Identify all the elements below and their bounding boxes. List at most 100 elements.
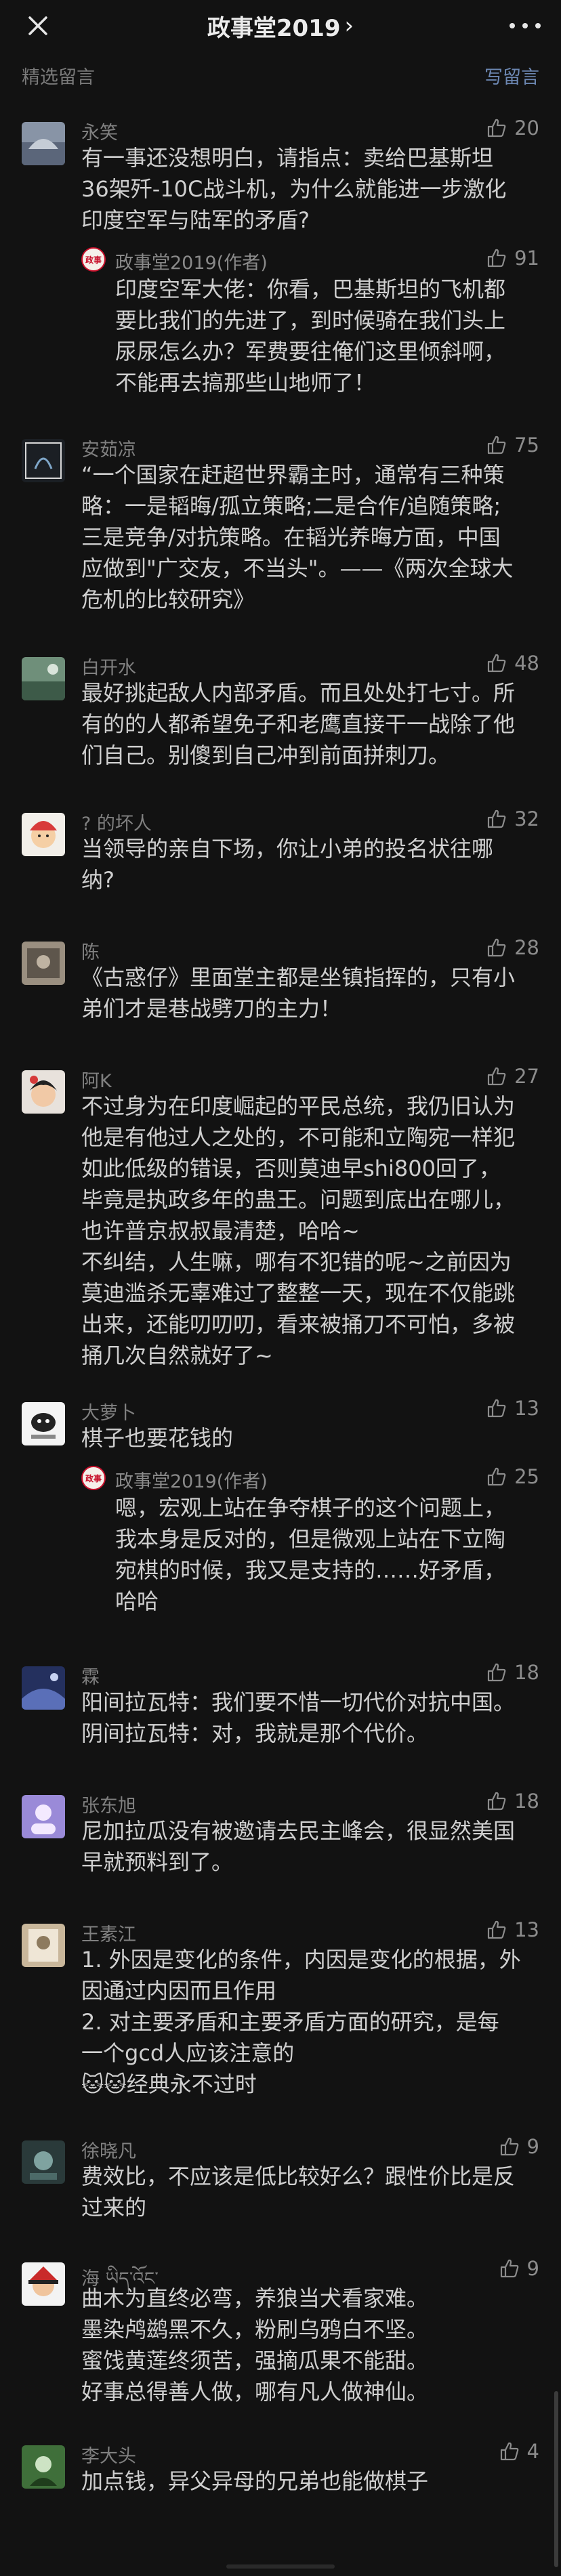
author-avatar: 政事 [81,1466,106,1490]
author-reply-text: 印度空军大佬：你看，巴基斯坦的飞机都 要比我们的先进了，到时候骑在我们头上 尿尿… [115,276,506,396]
avatar[interactable] [22,2262,65,2306]
avatar[interactable] [22,2140,65,2184]
like-button[interactable]: 27 [486,1065,539,1088]
like-count: 13 [514,1397,539,1420]
comment-text: “一个国家在赶超世界霸主时，通常有三种策 略：一是韬晦/孤立策略;二是合作/追随… [81,462,514,612]
thumbs-up-icon [487,119,506,138]
comment-item: 霖 18 阳间拉瓦特：我们要不惜一切代价对抗中国。 阴间拉瓦特：对，我就是那个代… [0,1658,561,1767]
comment-item: 王素江 13 1. 外因是变化的条件，内因是变化的根据，外 因通过内因而且作用 … [0,1916,561,2119]
avatar[interactable] [22,439,65,482]
like-button[interactable]: 18 [486,1661,539,1684]
avatar[interactable] [22,1924,65,1967]
commenter-name: 张东旭 [81,1796,136,1817]
like-count: 9 [526,2257,539,2280]
avatar[interactable] [22,942,65,985]
thumbs-up-icon [500,2259,518,2278]
like-button[interactable]: 32 [486,807,539,830]
comment-text: 费效比，不应该是低比较好么？跟性价比是反 过来的 [81,2163,516,2220]
commenter-name: 大萝卜 [81,1403,136,1424]
like-button[interactable]: 13 [486,1397,539,1420]
avatar[interactable] [22,1402,65,1445]
author-reply-name: 政事堂2019(作者) [115,253,268,274]
like-count: 48 [514,652,539,675]
like-count: 13 [514,1918,539,1941]
commenter-name: 白开水 [81,658,136,679]
thumbs-up-icon [487,938,506,957]
thumbs-up-icon [487,809,506,828]
comment-text: 曲木为直终必弯，养狼当犬看家难。 墨染鸬鹚黑不久，粉刷乌鸦白不坚。 蜜饯黄莲终须… [81,2285,429,2405]
thumbs-up-icon [487,1399,506,1418]
thumbs-up-icon [487,1467,506,1486]
write-comment-link[interactable]: 写留言 [484,62,539,89]
commenter-name: 安茹凉 [81,440,136,461]
like-button[interactable]: 28 [486,936,539,959]
thumbs-up-icon [487,249,506,268]
like-button[interactable]: 4 [499,2440,539,2463]
comments-header: 精选留言 写留言 [0,51,561,99]
commenter-name: 永笑 [81,123,118,144]
thumbs-up-icon [487,654,506,673]
like-button[interactable]: 13 [486,1918,539,1941]
comment-item: 海 ཡིད་འོང་ 9 曲木为直终必弯，养狼当犬看家难。 墨染鸬鹚黑不久，粉刷… [0,2254,561,2417]
like-button[interactable]: 18 [486,1790,539,1813]
comment-item: 安茹凉 75 “一个国家在赶超世界霸主时，通常有三种策 略：一是韬晦/孤立策略;… [0,431,561,634]
author-reply-name: 政事堂2019(作者) [115,1471,268,1492]
avatar[interactable] [22,1795,65,1838]
top-nav-bar: 政事堂2019 › [0,0,561,51]
thumbs-up-icon [500,2137,518,2156]
like-count: 9 [526,2135,539,2158]
account-title[interactable]: 政事堂2019 › [207,9,354,43]
like-count: 18 [514,1661,539,1684]
close-icon[interactable] [24,12,51,39]
scrollbar[interactable] [554,2391,558,2567]
avatar[interactable] [22,813,65,856]
comment-item: ? 的坏人 32 当领导的亲自下场，你让小弟的投名状往哪 纳? [0,805,561,913]
commenter-name: 王素江 [81,1924,136,1945]
comment-text: 当领导的亲自下场，你让小弟的投名状往哪 纳? [81,836,494,893]
commenter-name: 阿K [81,1071,112,1092]
thumbs-up-icon [487,1067,506,1086]
comment-text: 有一事还没想明白，请指点：卖给巴基斯坦 36架歼-10C战斗机，为什么就能进一步… [81,145,507,233]
commenter-name: 李大头 [81,2446,136,2467]
commenter-name: 霖 [81,1667,100,1688]
like-count: 28 [514,936,539,959]
author-reply-text: 嗯，宏观上站在争夺棋子的这个问题上， 我本身是反对的，但是微观上站在下立陶 宛棋… [115,1495,506,1614]
like-count: 25 [514,1465,539,1488]
home-indicator[interactable] [226,2564,335,2569]
like-count: 18 [514,1790,539,1813]
avatar[interactable] [22,122,65,165]
commenter-name: 徐晓凡 [81,2141,136,2162]
like-count: 32 [514,807,539,830]
thumbs-up-icon [500,2442,518,2461]
comment-text: 最好挑起敌人内部矛盾。而且处处打七寸。所 有的的人都希望免子和老鹰直接干一战除了… [81,680,516,768]
more-options-icon[interactable] [510,18,541,34]
comment-text: 《古惑仔》里面堂主都是坐镇指挥的，只有小 弟们才是巷战劈刀的主力！ [81,965,516,1021]
thumbs-up-icon [487,1920,506,1939]
chevron-right-icon: › [344,12,354,39]
avatar[interactable] [22,2445,65,2489]
comment-item: 陈 28 《古惑仔》里面堂主都是坐镇指挥的，只有小 弟们才是巷战劈刀的主力！ [0,933,561,1042]
commenter-name: ? 的坏人 [81,814,152,835]
reply-like-button[interactable]: 91 [486,247,539,270]
like-button[interactable]: 48 [486,652,539,675]
comment-text: 棋子也要花钱的 [81,1425,234,1451]
reply-like-button[interactable]: 25 [486,1465,539,1488]
avatar[interactable] [22,1666,65,1710]
comment-item: 李大头 4 加点钱，异父异母的兄弟也能做棋子 [0,2437,561,2518]
like-button[interactable]: 9 [499,2135,539,2158]
like-button[interactable]: 9 [499,2257,539,2280]
comment-item: 大萝卜 13 棋子也要花钱的 政事 政事堂2019(作者) 25 嗯，宏观上站在… [0,1394,561,1651]
comment-text: 1. 外因是变化的条件，内因是变化的根据，外 因通过内因而且作用 2. 对主要矛… [81,1947,521,2097]
like-count: 20 [514,117,539,140]
like-button[interactable]: 75 [486,434,539,457]
comment-text: 加点钱，异父异母的兄弟也能做棋子 [81,2468,429,2494]
avatar[interactable] [22,657,65,700]
comment-item: 阿K 27 不过身为在印度崛起的平民总统，我仍旧认为 他是有他过人之处的，不可能… [0,1062,561,1374]
comment-item: 永笑 20 有一事还没想明白，请指点：卖给巴基斯坦 36架歼-10C战斗机，为什… [0,114,561,405]
avatar[interactable] [22,1070,65,1114]
commenter-name: 陈 [81,942,100,963]
like-button[interactable]: 20 [486,117,539,140]
like-count: 4 [526,2440,539,2463]
featured-comments-label: 精选留言 [22,66,95,88]
comment-item: 张东旭 18 尼加拉瓜没有被邀请去民主峰会，很显然美国 早就预料到了。 [0,1787,561,1895]
